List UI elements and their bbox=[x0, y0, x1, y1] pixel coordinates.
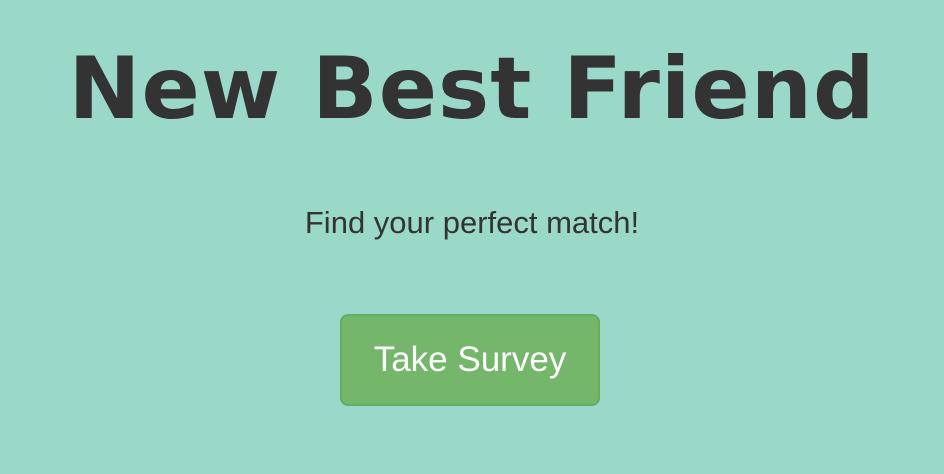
page-title: New Best Friend bbox=[68, 39, 876, 139]
take-survey-button[interactable]: Take Survey bbox=[340, 314, 600, 406]
landing-page: New Best Friend Find your perfect match!… bbox=[0, 0, 944, 474]
page-subtitle: Find your perfect match! bbox=[304, 205, 640, 240]
